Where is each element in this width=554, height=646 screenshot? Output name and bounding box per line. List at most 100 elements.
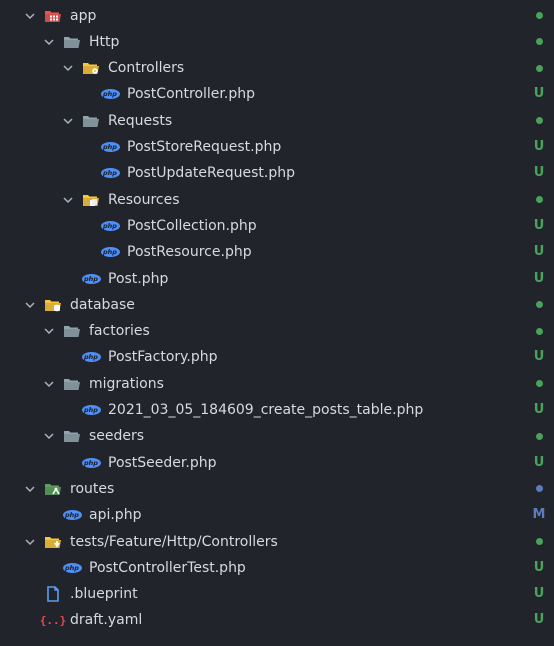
git-status-letter: U: [533, 165, 545, 181]
folder-row[interactable]: factories: [0, 318, 554, 344]
file-label: PostSeeder.php: [108, 454, 217, 471]
git-status-letter: U: [533, 217, 545, 233]
git-status-dot: [532, 476, 546, 502]
file-label: .blueprint: [70, 586, 138, 603]
folder-row[interactable]: migrations: [0, 371, 554, 397]
file-label: Post.php: [108, 270, 169, 287]
git-status-dot: [532, 292, 546, 318]
folder-label: Http: [89, 33, 120, 50]
php-icon: php: [100, 134, 120, 160]
file-row[interactable]: php PostSeeder.php U: [0, 450, 554, 476]
yaml-icon: {..}: [39, 613, 67, 627]
git-status-letter: U: [533, 244, 545, 260]
php-icon: php: [81, 344, 101, 370]
file-row[interactable]: php PostCollection.php U: [0, 213, 554, 239]
git-status-dot: [532, 55, 546, 81]
php-icon: php: [81, 397, 101, 423]
file-label: PostResource.php: [127, 244, 252, 261]
chevron-down-icon[interactable]: [22, 292, 38, 318]
chevron-down-icon[interactable]: [60, 187, 76, 213]
file-row[interactable]: php PostControllerTest.php U: [0, 555, 554, 581]
folder-row[interactable]: Http: [0, 29, 554, 55]
file-row[interactable]: php PostStoreRequest.php U: [0, 134, 554, 160]
git-status-dot: [532, 318, 546, 344]
folder-label: routes: [70, 480, 115, 497]
git-status-letter: U: [533, 454, 545, 470]
chevron-down-icon[interactable]: [41, 318, 57, 344]
file-label: PostFactory.php: [108, 349, 218, 366]
chevron-down-icon[interactable]: [41, 29, 57, 55]
folder-database-icon: [43, 292, 63, 318]
php-icon: php: [62, 555, 82, 581]
folder-row[interactable]: Controllers: [0, 55, 554, 81]
folder-icon: [81, 108, 101, 134]
php-icon: php: [100, 81, 120, 107]
folder-row[interactable]: Resources: [0, 187, 554, 213]
git-status-letter: U: [533, 139, 545, 154]
php-icon: php: [100, 160, 120, 186]
chevron-down-icon[interactable]: [22, 529, 38, 555]
git-status-dot: [532, 3, 546, 29]
git-status-letter: U: [533, 586, 545, 602]
file-label: PostControllerTest.php: [89, 559, 246, 576]
folder-row[interactable]: routes: [0, 476, 554, 502]
folder-label: Resources: [108, 191, 180, 208]
file-row[interactable]: php PostUpdateRequest.php U: [0, 160, 554, 186]
file-row[interactable]: php api.php M: [0, 502, 554, 528]
git-status-dot: [532, 187, 546, 213]
folder-label: tests/Feature/Http/Controllers: [70, 533, 278, 550]
file-icon: [43, 581, 63, 607]
git-status-letter: U: [533, 402, 545, 417]
git-status-dot: [532, 371, 546, 397]
git-status-dot: [532, 29, 546, 55]
file-row[interactable]: php PostResource.php U: [0, 239, 554, 265]
chevron-down-icon[interactable]: [22, 3, 38, 29]
chevron-down-icon[interactable]: [60, 108, 76, 134]
git-status-letter: U: [533, 349, 545, 365]
php-icon: php: [81, 266, 101, 292]
php-icon: php: [100, 239, 120, 265]
folder-row[interactable]: seeders: [0, 423, 554, 449]
folder-label: app: [70, 7, 97, 24]
git-status-dot: [532, 423, 546, 449]
folder-label: Requests: [108, 112, 173, 129]
folder-icon: [62, 371, 82, 397]
php-icon: php: [81, 450, 101, 476]
folder-test-icon: [43, 529, 63, 555]
file-row[interactable]: php PostFactory.php U: [0, 344, 554, 370]
git-status-letter: U: [533, 559, 545, 575]
folder-row[interactable]: tests/Feature/Http/Controllers: [0, 529, 554, 555]
folder-routes-icon: [43, 476, 63, 502]
file-explorer-tree: app Http Controllers php PostController.php U…: [0, 0, 554, 646]
file-label: api.php: [89, 507, 142, 524]
folder-resource-icon: [81, 187, 101, 213]
git-status-letter: U: [533, 270, 545, 286]
php-icon: php: [100, 213, 120, 239]
file-label: PostCollection.php: [127, 217, 257, 234]
folder-row[interactable]: app: [0, 3, 554, 29]
file-row[interactable]: {..} draft.yaml U: [0, 607, 554, 633]
folder-icon: [62, 423, 82, 449]
file-row[interactable]: .blueprint U: [0, 581, 554, 607]
file-label: PostStoreRequest.php: [127, 139, 282, 155]
chevron-down-icon[interactable]: [22, 476, 38, 502]
chevron-down-icon[interactable]: [60, 55, 76, 81]
folder-label: migrations: [89, 375, 164, 392]
folder-row[interactable]: Requests: [0, 108, 554, 134]
file-row[interactable]: php Post.php U: [0, 266, 554, 292]
folder-icon: [62, 318, 82, 344]
folder-app-icon: [43, 3, 63, 29]
git-status-letter: U: [533, 86, 545, 102]
file-row[interactable]: php 2021_03_05_184609_create_posts_table.…: [0, 397, 554, 423]
file-label: draft.yaml: [70, 612, 143, 629]
chevron-down-icon[interactable]: [41, 371, 57, 397]
git-status-dot: [532, 108, 546, 134]
file-row[interactable]: php PostController.php U: [0, 81, 554, 107]
file-label: PostController.php: [127, 86, 255, 103]
folder-icon: [62, 29, 82, 55]
file-label: PostUpdateRequest.php: [127, 165, 295, 182]
file-label: 2021_03_05_184609_create_posts_table.php: [108, 402, 424, 418]
folder-controller-icon: [81, 55, 101, 81]
folder-row[interactable]: database: [0, 292, 554, 318]
chevron-down-icon[interactable]: [41, 423, 57, 449]
